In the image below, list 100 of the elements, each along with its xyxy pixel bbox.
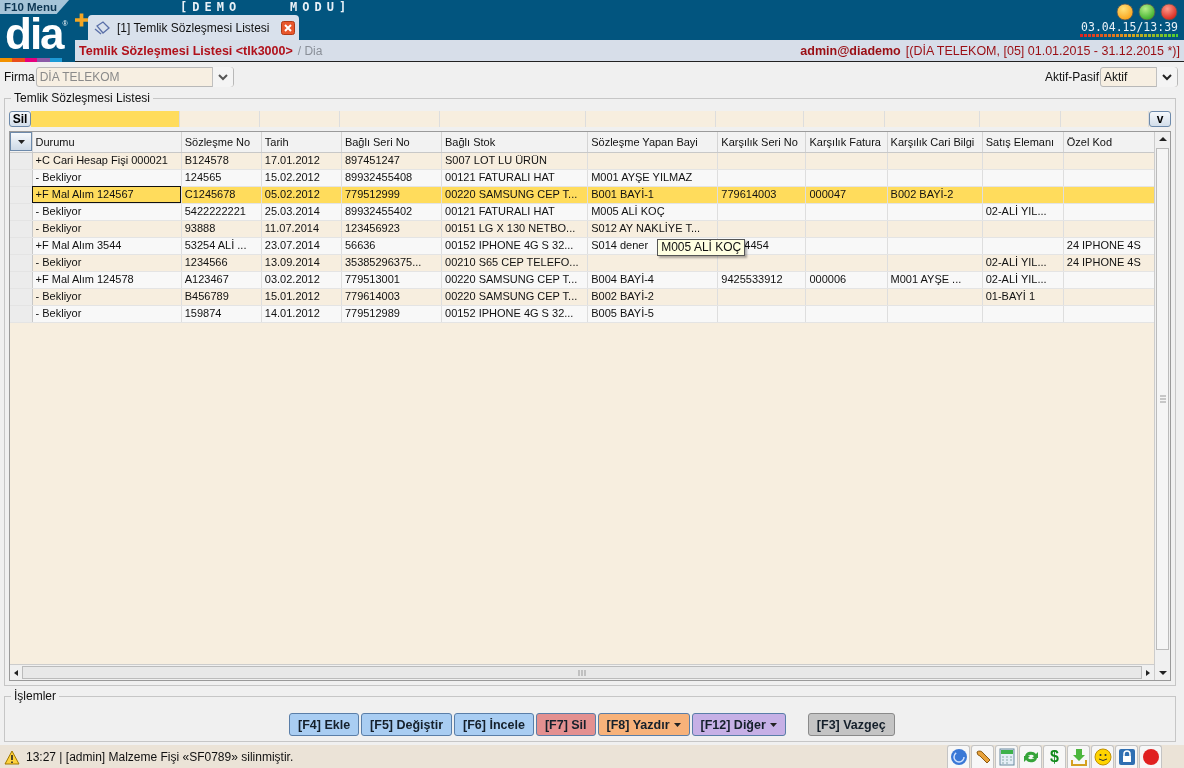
status-message: 13:27 | [admin] Malzeme Fişi «SF0789» silinmiştir. bbox=[26, 750, 294, 764]
table-cell: 05.02.2012 bbox=[264, 188, 320, 201]
table-cell: - Bekliyor bbox=[35, 307, 82, 320]
table-cell: 25.03.2014 bbox=[264, 205, 320, 218]
table-cell: 01-BAYİ 1 bbox=[985, 290, 1035, 303]
table-cell: - Bekliyor bbox=[35, 222, 82, 235]
smiley-icon[interactable] bbox=[1093, 748, 1112, 766]
column-header[interactable]: Satış Elemanı bbox=[982, 131, 1064, 153]
action-button[interactable]: [F6] İncele bbox=[454, 713, 534, 736]
close-icon bbox=[280, 20, 295, 35]
table-cell: 1234566 bbox=[184, 256, 228, 269]
column-header[interactable]: Sözleşme No bbox=[181, 131, 262, 153]
field-label: Aktif-Pasif bbox=[1045, 69, 1099, 84]
table-cell: 897451247 bbox=[344, 154, 400, 167]
demo-mode-label: [DEMO MODU] bbox=[180, 0, 352, 14]
table-row[interactable]: +F Mal Alım 124578 A123467 03.02.2012 779513001 00220 SAMSUNG CEP T... B004 BAYİ-4 9425533912 000006 M001 AYŞE ... 02-ALİ YIL... bbox=[10, 271, 1154, 289]
table-cell: 02-ALİ YIL... bbox=[985, 273, 1047, 286]
table-cell: 93888 bbox=[184, 222, 216, 235]
caret-icon bbox=[673, 722, 681, 727]
table-row[interactable]: - Bekliyor 159874 14.01.2012 779512989 00152 IPHONE 4G S 32... B005 BAYİ-5 bbox=[10, 305, 1154, 323]
action-button[interactable]: [F7] Sil bbox=[535, 713, 596, 736]
table-row[interactable]: - Bekliyor 93888 11.07.2014 123456923 00151 LG X 130 NETBO... S012 AY NAKLİYE T... bbox=[10, 220, 1154, 238]
document-tab[interactable]: [1] Temlik Sözleşmesi Listesi bbox=[88, 15, 299, 40]
table-cell: 779614003 bbox=[344, 290, 400, 303]
table-row[interactable]: - Bekliyor 1234566 13.09.2014 35385296375... 00210 S65 CEP TELEFO... 02-ALİ YIL... 24 IPHONE 4S bbox=[10, 254, 1154, 272]
table-cell: 13.09.2014 bbox=[264, 256, 320, 269]
table-cell: 5422222221 bbox=[184, 205, 246, 218]
table-cell: 15.02.2012 bbox=[264, 171, 320, 184]
table-cell: 89932455402 bbox=[344, 205, 413, 218]
table-cell: 00152 IPHONE 4G S 32... bbox=[445, 239, 574, 252]
table-cell: 00121 FATURALI HAT bbox=[445, 205, 555, 218]
filter-field[interactable] bbox=[31, 110, 180, 127]
horizontal-scrollbar[interactable] bbox=[10, 664, 1154, 681]
action-button[interactable]: [F8] Yazdır bbox=[597, 713, 690, 736]
action-button[interactable]: [F12] Diğer bbox=[691, 713, 786, 736]
column-header[interactable]: Tarih bbox=[261, 131, 342, 153]
table-cell: B001 BAYİ-1 bbox=[591, 188, 654, 201]
lock-icon[interactable] bbox=[1117, 748, 1136, 766]
menu-tab[interactable]: F10 Menu bbox=[0, 0, 70, 14]
table-cell: 00220 SAMSUNG CEP T... bbox=[445, 273, 578, 286]
table-cell: +F Mal Alım 124578 bbox=[35, 273, 134, 286]
table-row[interactable]: - Bekliyor B456789 15.01.2012 779614003 00220 SAMSUNG CEP T... B002 BAYİ-2 01-BAYİ 1 bbox=[10, 288, 1154, 306]
column-header[interactable]: Bağlı Stok bbox=[441, 131, 588, 153]
table-cell: 4454 bbox=[744, 239, 769, 252]
download-icon[interactable] bbox=[1069, 748, 1088, 766]
column-header[interactable]: Durumu bbox=[32, 131, 182, 153]
table-row[interactable]: +C Cari Hesap Fişi 000021 B124578 17.01.2012 897451247 S007 LOT LU ÜRÜN bbox=[10, 152, 1154, 170]
table-cell: 56636 bbox=[344, 239, 376, 252]
close-button[interactable] bbox=[1160, 3, 1178, 21]
logo: dia bbox=[5, 14, 63, 54]
table-cell: 02-ALİ YIL... bbox=[985, 205, 1047, 218]
table-cell: - Bekliyor bbox=[35, 290, 82, 303]
action-button[interactable]: [F5] Değiştir bbox=[361, 713, 453, 736]
table-cell: 123456923 bbox=[344, 222, 400, 235]
table-cell: B002 BAYİ-2 bbox=[591, 290, 654, 303]
table-cell: 89932455408 bbox=[344, 171, 413, 184]
stop-icon[interactable] bbox=[1141, 748, 1160, 766]
table-row[interactable]: - Bekliyor 5422222221 25.03.2014 89932455402 00121 FATURALI HAT M005 ALİ KOÇ 02-ALİ YIL... bbox=[10, 203, 1154, 221]
table-cell: 124565 bbox=[184, 171, 222, 184]
page-title: Temlik Sözleşmesi Listesi <tlk3000> bbox=[79, 43, 293, 58]
column-header[interactable]: Karşılık Seri No bbox=[717, 131, 806, 153]
panel-title: İşlemler bbox=[11, 689, 59, 704]
grip-icon bbox=[1158, 395, 1167, 404]
table-cell: 779614003 bbox=[721, 188, 777, 201]
table-cell: 000006 bbox=[809, 273, 847, 286]
table-cell: B005 BAYİ-5 bbox=[591, 307, 654, 320]
caret-icon bbox=[17, 139, 25, 144]
action-button[interactable]: [F4] Ekle bbox=[289, 713, 360, 736]
table-row[interactable]: +F Mal Alım 124567 C1245678 05.02.2012 779512999 00220 SAMSUNG CEP T... B001 BAYİ-1 779614003 000047 B002 BAYİ-2 bbox=[10, 186, 1154, 204]
table-cell: S012 AY NAKLİYE T... bbox=[591, 222, 701, 235]
table-cell: M001 AYŞE ... bbox=[890, 273, 962, 286]
column-header[interactable]: Karşılık Cari Bilgi bbox=[887, 131, 983, 153]
table-row[interactable]: - Bekliyor 124565 15.02.2012 89932455408 00121 FATURALI HAT M001 AYŞE YILMAZ bbox=[10, 169, 1154, 187]
column-chooser-button[interactable] bbox=[10, 132, 31, 152]
table-cell: C1245678 bbox=[184, 188, 236, 201]
table-cell: +F Mal Alım 124567 bbox=[35, 188, 134, 201]
column-header[interactable]: Bağlı Seri No bbox=[341, 131, 442, 153]
table-row[interactable]: +F Mal Alım 3544 53254 ALİ ... 23.07.2014 56636 00152 IPHONE 4G S 32... S014 dener M005 ALİ KOÇ 4454 24 IPHONE 4S bbox=[10, 237, 1154, 255]
plus-icon bbox=[75, 13, 88, 27]
field-label: Firma bbox=[4, 69, 35, 84]
maximize-button[interactable] bbox=[1138, 3, 1156, 21]
vertical-scrollbar[interactable] bbox=[1154, 131, 1170, 681]
table-cell: 779512999 bbox=[344, 188, 400, 201]
cancel-button[interactable]: [F3] Vazgeç bbox=[807, 713, 895, 736]
column-header[interactable]: Özel Kod bbox=[1063, 131, 1154, 153]
minimize-button[interactable] bbox=[1116, 3, 1134, 21]
clear-filter-button[interactable]: Sil bbox=[9, 110, 31, 127]
column-header[interactable]: Karşılık Fatura bbox=[805, 131, 888, 153]
table-cell: S007 LOT LU ÜRÜN bbox=[445, 154, 547, 167]
calculator-icon[interactable] bbox=[997, 748, 1016, 766]
status-dropdown[interactable]: Aktif bbox=[1100, 66, 1178, 87]
warning-icon bbox=[4, 749, 20, 765]
table-cell: 159874 bbox=[184, 307, 222, 320]
column-menu-button[interactable]: v bbox=[1149, 110, 1171, 127]
column-header[interactable]: Sözleşme Yapan Bayi bbox=[587, 131, 718, 153]
table-cell: 00151 LG X 130 NETBO... bbox=[445, 222, 576, 235]
table-cell: 00220 SAMSUNG CEP T... bbox=[445, 188, 578, 201]
table-cell: 02-ALİ YIL... bbox=[985, 256, 1047, 269]
table-cell: 00210 S65 CEP TELEFO... bbox=[445, 256, 579, 269]
company-period: [(DİA TELEKOM, [05] 01.01.2015 - 31.12.2015 *)] bbox=[905, 43, 1180, 58]
